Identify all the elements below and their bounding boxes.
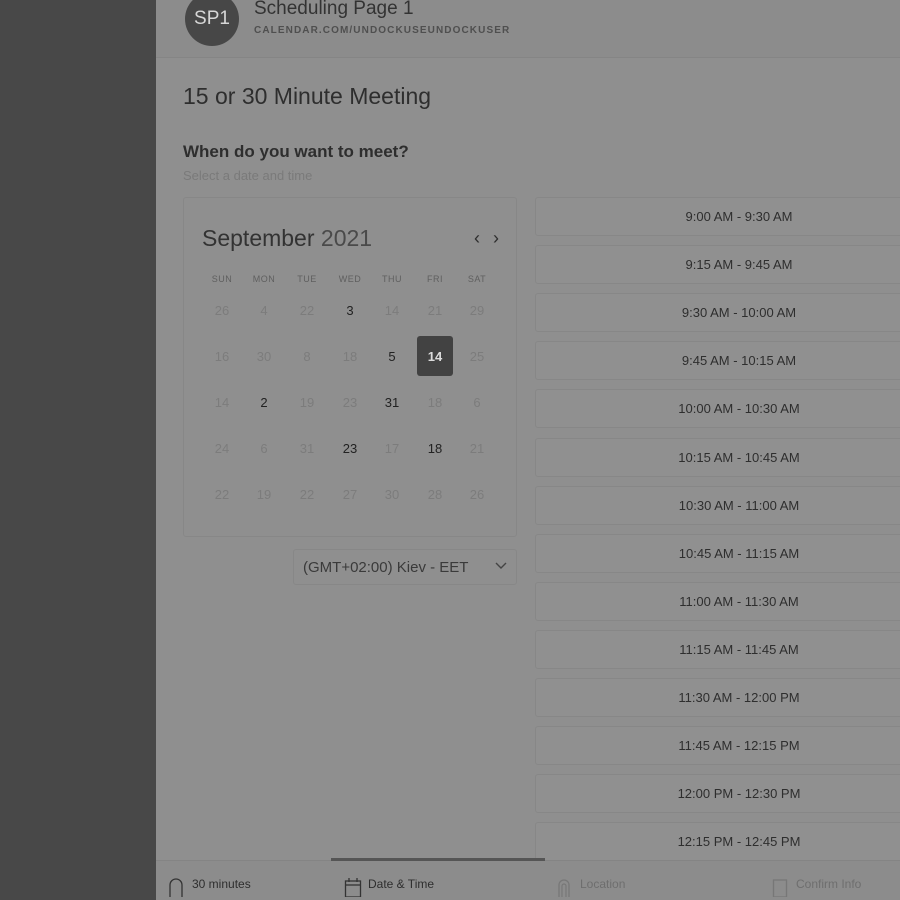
date-question: When do you want to meet? [183, 142, 409, 161]
calendar-day[interactable]: 31 [374, 382, 410, 422]
weekday-label: SAT [467, 274, 487, 284]
scheduling-page-name: Scheduling Page 1 [254, 0, 414, 19]
step-label: Date & Time [368, 877, 435, 891]
calendar-day: 25 [469, 348, 485, 364]
date-subtitle: Select a date and time [183, 168, 313, 183]
calendar-day: 16 [214, 348, 230, 364]
confirm-icon [772, 879, 788, 897]
time-slot-label: 11:00 AM - 11:30 AM [679, 593, 799, 609]
timezone-select[interactable]: (GMT+02:00) Kiev - EET [293, 549, 517, 585]
calendar-day: 22 [299, 486, 315, 502]
calendar-day[interactable]: 18 [417, 428, 453, 468]
time-slot-button[interactable]: 11:00 AM - 11:30 AM [535, 581, 900, 621]
left-backdrop [0, 0, 156, 900]
next-month-button[interactable]: › [488, 228, 504, 249]
calendar-day[interactable]: 2 [246, 382, 282, 422]
chevron-down-icon [494, 558, 508, 575]
location-icon [558, 879, 570, 897]
weekday-label: TUE [297, 274, 317, 284]
time-slot-button[interactable]: 10:30 AM - 11:00 AM [535, 485, 900, 525]
weekday-label: MON [252, 274, 276, 284]
avatar: SP1 [185, 0, 239, 46]
time-slot-button[interactable]: 9:00 AM - 9:30 AM [535, 197, 900, 236]
scheduling-page-url[interactable]: CALENDAR.COM/UNDOCKUSEUNDOCKUSER [254, 25, 510, 36]
weekday-label: FRI [427, 274, 443, 284]
calendar-day: 26 [469, 486, 485, 502]
calendar-year: 2021 [320, 225, 373, 251]
calendar-day: 21 [469, 440, 485, 456]
clock-icon [169, 878, 183, 897]
time-slot-label: 11:30 AM - 12:00 PM [678, 690, 800, 705]
calendar-day: 28 [427, 486, 443, 502]
time-slot-label: 9:15 AM - 9:45 AM [685, 257, 793, 273]
page-header: SP1 Scheduling Page 1 CALENDAR.COM/UNDOC… [156, 0, 900, 58]
calendar-icon [344, 878, 362, 897]
booking-steps: 30 minutes Date & Time Location Confirm … [156, 858, 900, 900]
calendar-day: 6 [473, 394, 481, 410]
time-slot-label: 10:00 AM - 10:30 AM [678, 401, 800, 417]
timezone-value: (GMT+02:00) Kiev - EET [303, 559, 469, 576]
time-slot-button[interactable]: 11:45 AM - 12:15 PM [535, 726, 900, 766]
calendar-card: September 2021 ‹ › SUN MON TUE WED THU FRI SAT… [183, 197, 517, 537]
calendar-day: 6 [260, 440, 268, 456]
calendar-day[interactable]: 3 [332, 290, 368, 330]
time-slot-button[interactable]: 12:00 PM - 12:30 PM [535, 774, 900, 814]
calendar-day: 14 [384, 302, 400, 318]
calendar-day[interactable]: 5 [374, 336, 410, 376]
calendar-day: 4 [260, 302, 268, 318]
calendar-day: 31 [299, 440, 315, 456]
calendar-day: 19 [299, 394, 315, 410]
time-slot-button[interactable]: 10:45 AM - 11:15 AM [535, 533, 900, 573]
step-progress-indicator [331, 858, 545, 861]
calendar-day: 23 [342, 394, 358, 410]
calendar-day: 19 [256, 486, 272, 502]
calendar-day: 18 [342, 348, 358, 364]
time-slot-button[interactable]: 11:15 AM - 11:45 AM [535, 629, 900, 669]
time-slot-button[interactable]: 9:15 AM - 9:45 AM [535, 245, 900, 285]
calendar-day: 30 [256, 348, 272, 364]
time-slot-label: 11:15 AM - 11:45 AM [679, 641, 799, 657]
calendar-day: 22 [299, 302, 315, 318]
time-slot-label: 9:00 AM - 9:30 AM [685, 209, 793, 224]
time-slot-label: 9:30 AM - 10:00 AM [681, 305, 797, 321]
time-slot-label: 9:45 AM - 10:15 AM [681, 353, 797, 369]
calendar-day-selected[interactable]: 14 [417, 336, 453, 376]
weekday-label: THU [382, 274, 402, 284]
calendar-day: 17 [384, 440, 400, 456]
time-slot-button[interactable]: 10:00 AM - 10:30 AM [535, 389, 900, 429]
calendar-day: 26 [214, 302, 230, 318]
calendar-day: 14 [214, 394, 230, 410]
calendar-month: September [202, 225, 315, 251]
calendar-day[interactable]: 23 [332, 428, 368, 468]
calendar-day: 27 [342, 486, 358, 502]
time-slot-label: 11:45 AM - 12:15 PM [678, 738, 800, 754]
calendar-day: 24 [214, 440, 230, 456]
calendar-day: 18 [427, 394, 443, 410]
time-slot-button[interactable]: 12:15 PM - 12:45 PM [535, 822, 900, 862]
scheduling-panel: SP1 Scheduling Page 1 CALENDAR.COM/UNDOC… [156, 0, 900, 900]
step-label: 30 minutes [192, 877, 251, 891]
calendar-day: 21 [427, 302, 443, 318]
time-slot-label: 10:30 AM - 11:00 AM [678, 497, 800, 513]
time-slot-label: 10:45 AM - 11:15 AM [678, 545, 800, 561]
weekday-label: WED [338, 274, 362, 284]
step-label: Location [580, 877, 626, 891]
calendar-day: 8 [303, 348, 311, 364]
calendar-day: 29 [469, 302, 485, 318]
time-slot-label: 12:00 PM - 12:30 PM [677, 786, 801, 802]
calendar-day: 22 [214, 486, 230, 502]
time-slot-label: 10:15 AM - 10:45 AM [678, 449, 800, 465]
time-slot-button[interactable]: 11:30 AM - 12:00 PM [535, 678, 900, 717]
time-slot-button[interactable]: 9:30 AM - 10:00 AM [535, 293, 900, 333]
time-slot-label: 12:15 PM - 12:45 PM [677, 834, 801, 850]
calendar-month-label: September 2021 [202, 225, 372, 252]
meeting-title: 15 or 30 Minute Meeting [183, 83, 432, 109]
time-slot-button[interactable]: 10:15 AM - 10:45 AM [535, 437, 900, 477]
calendar-day: 30 [384, 486, 400, 502]
step-label: Confirm Info [796, 877, 862, 891]
time-slot-button[interactable]: 9:45 AM - 10:15 AM [535, 341, 900, 381]
weekday-label: SUN [211, 274, 233, 284]
previous-month-button[interactable]: ‹ [469, 228, 485, 249]
